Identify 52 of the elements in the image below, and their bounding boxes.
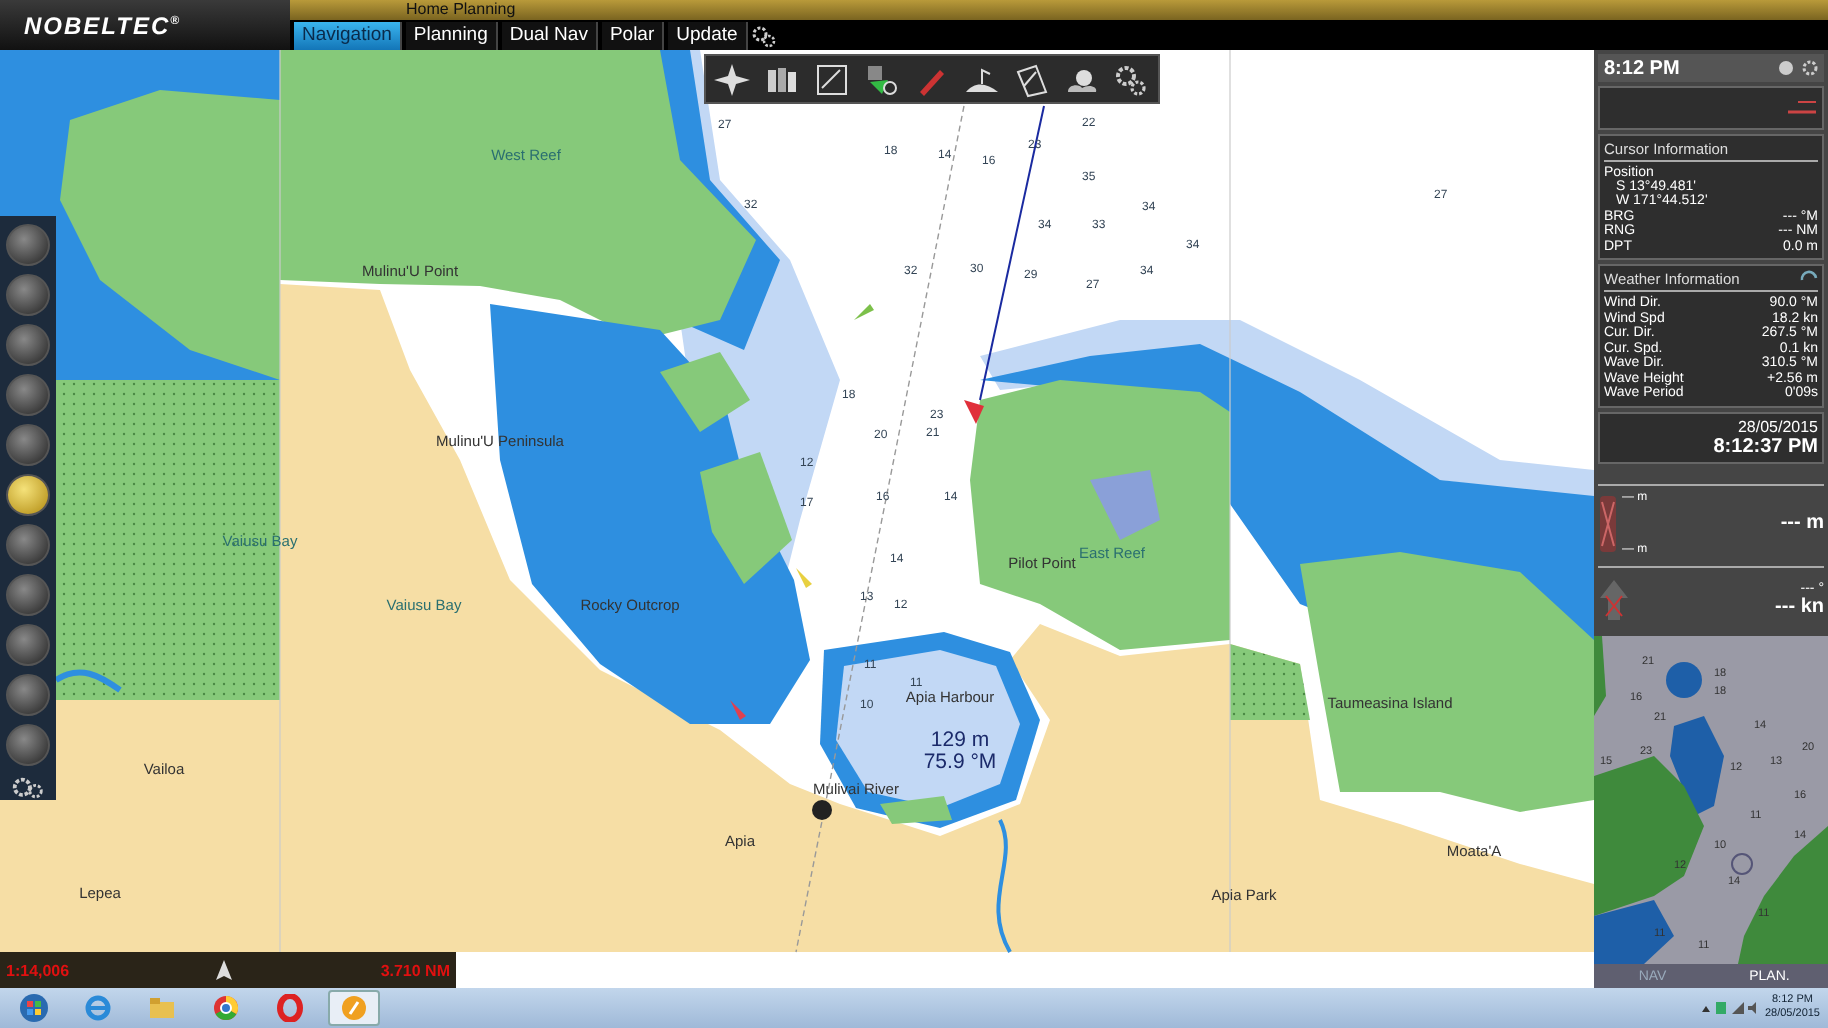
- tab[interactable]: Planning: [405, 21, 498, 49]
- distance-text: 3.710 NM: [380, 961, 450, 979]
- tab[interactable]: Dual Nav: [501, 21, 598, 49]
- date-text: 28/05/2015: [1735, 417, 1818, 436]
- water-area: [1666, 662, 1702, 698]
- window-title: Home Planning: [406, 0, 516, 20]
- water-area: [1594, 900, 1674, 964]
- island-area: [700, 452, 792, 584]
- browser-e-icon: [84, 994, 112, 1022]
- opera-o-icon: [276, 994, 304, 1022]
- water-area: [1670, 716, 1724, 816]
- taskbar-button[interactable]: [328, 990, 380, 1026]
- cursor-readout: 75.9 °M: [923, 752, 997, 774]
- tab[interactable]: Navigation: [294, 21, 402, 49]
- lagoon-area: [1090, 470, 1160, 540]
- north-arrow-icon: [216, 960, 233, 980]
- browser-circle-icon: [212, 994, 240, 1022]
- folder-icon: [148, 994, 176, 1022]
- app-icon: [340, 994, 368, 1022]
- windows-logo-icon: [20, 994, 48, 1022]
- depth-value: --- m: [1780, 512, 1824, 535]
- time-text: 8:12 PM: [1604, 57, 1680, 80]
- ruler-icon[interactable]: [1012, 61, 1053, 97]
- tab[interactable]: Polar: [601, 21, 665, 49]
- beacon-icon: [854, 304, 874, 320]
- river-line: [54, 669, 122, 693]
- beacon-icon: [796, 568, 812, 588]
- beacon-icon: [730, 700, 746, 720]
- mangrove-area: [1230, 644, 1310, 720]
- vessel-marker-icon: [964, 400, 984, 424]
- gear-icon[interactable]: [8, 773, 48, 800]
- cursor-readout: 129 m: [930, 730, 990, 752]
- river-line: [996, 819, 1012, 953]
- compass-rose-icon[interactable]: [711, 61, 752, 97]
- speed-value: --- kn: [1775, 595, 1824, 618]
- clock-text: 8:12:37 PM: [1711, 435, 1818, 458]
- land-area: [1738, 826, 1828, 964]
- chart-layers-icon[interactable]: [811, 61, 852, 97]
- expand-icon[interactable]: [1778, 60, 1794, 77]
- depth-gauge-icon: [1598, 493, 1618, 554]
- settings-icon[interactable]: [1802, 60, 1818, 77]
- tray-icons[interactable]: [1700, 1000, 1757, 1016]
- wreck-icon: [812, 800, 832, 820]
- tab[interactable]: Update: [668, 21, 748, 49]
- route-lines-icon: [1786, 99, 1818, 116]
- island-area: [880, 796, 952, 824]
- tool-button[interactable]: [6, 473, 50, 516]
- depth-contour: [1731, 853, 1753, 875]
- nobeltec-logo: NOBELTEC$^{®}$: [24, 11, 182, 39]
- gear-icon[interactable]: [751, 23, 776, 47]
- heading-arrow-icon: [1598, 577, 1630, 622]
- scale-text: 1:14,006: [6, 961, 70, 979]
